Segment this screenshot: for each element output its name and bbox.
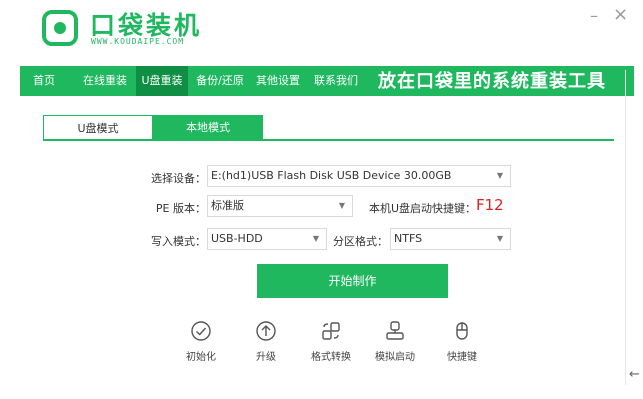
tool-initialize[interactable]: 初始化 [176, 320, 226, 363]
upgrade-arrow-icon [256, 321, 276, 341]
tab-usb-mode[interactable]: U盘模式 [43, 115, 153, 141]
hotkey-value: F12 [476, 196, 504, 214]
hotkey-label: 本机U盘启动快捷键： [369, 202, 477, 215]
app-url: WWW.KOUDAIPE.COM [91, 37, 185, 46]
write-mode-label: 写入模式： [151, 235, 206, 248]
nav-item-backup-restore[interactable]: 备份/还原 [192, 66, 248, 96]
tool-format-convert-label: 格式转换 [311, 352, 351, 363]
nav-item-usb-reinstall[interactable]: U盘重装 [136, 66, 188, 96]
partition-format-select-value: NTFS [394, 232, 423, 245]
tab-local-mode[interactable]: 本地模式 [153, 115, 263, 141]
tool-initialize-label: 初始化 [186, 352, 216, 363]
chevron-down-icon: ▼ [496, 234, 503, 243]
simulate-boot-icon [386, 321, 404, 340]
chevron-down-icon: ▼ [312, 234, 319, 243]
tab-underline [43, 139, 614, 141]
tool-hotkey[interactable]: 快捷键 [437, 320, 487, 363]
close-button[interactable]: × [613, 4, 628, 25]
format-convert-icon [322, 322, 340, 340]
logo-icon [42, 10, 78, 46]
nav-item-contact-us[interactable]: 联系我们 [308, 66, 364, 96]
back-arrow-icon[interactable]: ← [629, 367, 640, 382]
device-label: 选择设备： [151, 172, 206, 185]
tool-upgrade[interactable]: 升级 [241, 320, 291, 363]
window-edge [625, 70, 626, 385]
write-mode-select-value: USB-HDD [211, 232, 263, 245]
partition-format-select[interactable]: NTFS ▼ [390, 228, 511, 250]
pe-version-label: PE 版本： [155, 202, 206, 215]
nav-bar: 首页 在线重装 U盘重装 备份/还原 其他设置 联系我们 放在口袋里的系统重装工… [20, 66, 634, 96]
tool-simulate-boot-label: 模拟启动 [375, 352, 415, 363]
write-mode-select[interactable]: USB-HDD ▼ [207, 228, 327, 250]
app-window: 口袋装机 WWW.KOUDAIPE.COM – × 首页 在线重装 U盘重装 备… [20, 0, 634, 385]
tool-upgrade-label: 升级 [256, 352, 276, 363]
tool-hotkey-label: 快捷键 [447, 352, 477, 363]
start-make-button[interactable]: 开始制作 [257, 264, 448, 298]
nav-slogan: 放在口袋里的系统重装工具 [378, 71, 606, 92]
check-circle-icon [191, 321, 211, 341]
nav-item-online-reinstall[interactable]: 在线重装 [74, 66, 136, 96]
tool-simulate-boot[interactable]: 模拟启动 [370, 320, 420, 363]
nav-item-other-settings[interactable]: 其他设置 [250, 66, 306, 96]
nav-item-home[interactable]: 首页 [20, 66, 68, 96]
device-select-value: E:(hd1)USB Flash Disk USB Device 30.00GB [211, 169, 452, 182]
partition-format-label: 分区格式： [333, 235, 388, 248]
pe-version-select[interactable]: 标准版 ▼ [207, 195, 353, 217]
pe-version-select-value: 标准版 [211, 199, 244, 212]
chevron-down-icon: ▼ [496, 171, 503, 180]
mouse-icon [456, 322, 468, 340]
chevron-down-icon: ▼ [338, 201, 345, 210]
minimize-button[interactable]: – [590, 6, 598, 25]
device-select[interactable]: E:(hd1)USB Flash Disk USB Device 30.00GB… [207, 165, 511, 187]
tool-format-convert[interactable]: 格式转换 [306, 320, 356, 363]
